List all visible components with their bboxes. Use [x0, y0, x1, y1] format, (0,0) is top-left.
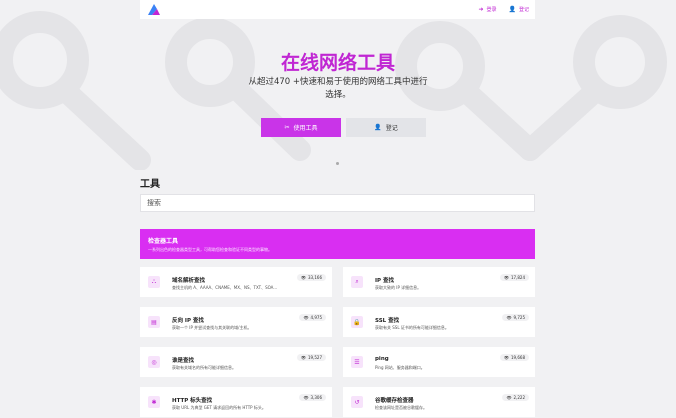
- tool-description: 获取 URL 为典型 GET 请求返回的所有 HTTP 标头。: [172, 405, 266, 410]
- tool-title: 域名解析查找: [172, 278, 206, 284]
- use-tools-label: 使用工具: [293, 125, 318, 132]
- globe-icon: ◎: [148, 356, 160, 368]
- tool-card[interactable]: ↺ 谷歌缓存检查器 检查该网址是否被谷歌缓存。 👁 2,222: [343, 387, 535, 417]
- category-description: 一系列出色的检查器类型工具，可帮助您检查和验证不同类型的事物。: [148, 247, 272, 252]
- sitemap-icon: ⛬: [148, 276, 160, 288]
- eye-icon: 👁: [506, 395, 512, 400]
- usage-badge: 👁 19,668: [499, 354, 529, 361]
- usage-badge: 👁 3,306: [299, 394, 326, 401]
- tool-description: 获取有关域名的所有可能详细信息。: [172, 365, 236, 370]
- lock-icon: 🔒: [351, 316, 363, 328]
- usage-count: 17,824: [511, 275, 525, 280]
- usage-badge: 👁 2,222: [502, 394, 529, 401]
- register-label: 登记: [518, 7, 529, 13]
- navbar: ➜ 登录 👤 登记: [140, 0, 535, 19]
- usage-count: 4,975: [310, 315, 322, 320]
- search-location-icon: ⌕: [351, 276, 363, 288]
- tool-card[interactable]: ✱ HTTP 标头查找 获取 URL 为典型 GET 请求返回的所有 HTTP …: [140, 387, 332, 417]
- tool-title: IP 查找: [375, 278, 394, 284]
- tool-card[interactable]: ⌕ IP 查找 获取大致的 IP 详细信息。 👁 17,824: [343, 267, 535, 297]
- tool-description: 获取大致的 IP 详细信息。: [375, 285, 422, 290]
- category-title: 检查器工具: [148, 238, 179, 245]
- usage-badge: 👁 9,725: [502, 314, 529, 321]
- usage-badge: 👁 33,166: [296, 274, 326, 281]
- eye-icon: 👁: [503, 355, 509, 360]
- tool-card[interactable]: ⛬ 域名解析查找 查找主机的 A、AAAA、CNAME、MX、NS、TXT、SO…: [140, 267, 332, 297]
- tool-title: 反向 IP 查找: [172, 318, 204, 324]
- user-plus-icon: 👤: [508, 6, 516, 13]
- tools-icon: ✂: [284, 124, 290, 131]
- login-link[interactable]: ➜ 登录: [478, 6, 496, 13]
- tool-card[interactable]: ◎ 谁是查找 获取有关域名的所有可能详细信息。 👁 19,527: [140, 347, 332, 377]
- tool-description: 检查该网址是否被谷歌缓存。: [375, 405, 427, 410]
- eye-icon: 👁: [506, 315, 512, 320]
- eye-icon: 👁: [303, 395, 309, 400]
- server-stack-icon: ☰: [351, 356, 363, 368]
- tools-heading: 工具: [140, 179, 160, 190]
- register-button-label: 登记: [385, 125, 398, 132]
- login-label: 登录: [486, 7, 497, 13]
- hero-subtitle: 从超过470 +快速和易于使用的网络工具中进行选择。: [248, 77, 428, 100]
- user-plus-icon: 👤: [374, 124, 382, 131]
- asterisk-icon: ✱: [148, 396, 160, 408]
- category-banner[interactable]: 检查器工具 一系列出色的检查器类型工具，可帮助您检查和验证不同类型的事物。: [140, 229, 535, 259]
- register-link[interactable]: 👤 登记: [509, 6, 530, 13]
- usage-count: 19,668: [511, 355, 525, 360]
- sign-in-icon: ➜: [478, 6, 484, 13]
- tool-description: Ping 网站、服务器和端口。: [375, 365, 425, 370]
- server-icon: ▤: [148, 316, 160, 328]
- usage-count: 19,527: [308, 355, 322, 360]
- usage-badge: 👁 4,975: [299, 314, 326, 321]
- usage-count: 9,725: [513, 315, 525, 320]
- usage-badge: 👁 19,527: [296, 354, 326, 361]
- scroll-dot: [336, 162, 339, 165]
- nav-links: ➜ 登录 👤 登记: [478, 6, 529, 13]
- search-placeholder: 搜索: [147, 199, 161, 207]
- logo-icon[interactable]: [146, 3, 162, 17]
- usage-count: 33,166: [308, 275, 322, 280]
- tool-title: HTTP 标头查找: [172, 398, 213, 404]
- history-icon: ↺: [351, 396, 363, 408]
- tool-description: 查找主机的 A、AAAA、CNAME、MX、NS、TXT、SOA...: [172, 285, 278, 290]
- tool-description: 获取有关 SSL 证书的所有可能详细信息。: [375, 325, 449, 330]
- use-tools-button[interactable]: ✂ 使用工具: [261, 118, 341, 137]
- tool-title: ping: [375, 356, 389, 362]
- tool-title: 谁是查找: [172, 358, 195, 364]
- usage-count: 2,222: [513, 395, 525, 400]
- tool-card[interactable]: ☰ ping Ping 网站、服务器和端口。 👁 19,668: [343, 347, 535, 377]
- tool-card[interactable]: ▤ 反向 IP 查找 获取一个 IP 并尝试查找与其关联的域/主机。 👁 4,97…: [140, 307, 332, 337]
- register-button[interactable]: 👤 登记: [346, 118, 426, 137]
- tool-title: 谷歌缓存检查器: [375, 398, 414, 404]
- eye-icon: 👁: [503, 275, 509, 280]
- tool-card[interactable]: 🔒 SSL 查找 获取有关 SSL 证书的所有可能详细信息。 👁 9,725: [343, 307, 535, 337]
- usage-badge: 👁 17,824: [499, 274, 529, 281]
- usage-count: 3,306: [310, 395, 322, 400]
- tool-title: SSL 查找: [375, 318, 400, 324]
- hero-title: 在线网络工具: [280, 52, 395, 74]
- search-input[interactable]: 搜索: [140, 194, 535, 212]
- tool-description: 获取一个 IP 并尝试查找与其关联的域/主机。: [172, 325, 252, 330]
- eye-icon: 👁: [300, 275, 306, 280]
- eye-icon: 👁: [303, 315, 309, 320]
- eye-icon: 👁: [300, 355, 306, 360]
